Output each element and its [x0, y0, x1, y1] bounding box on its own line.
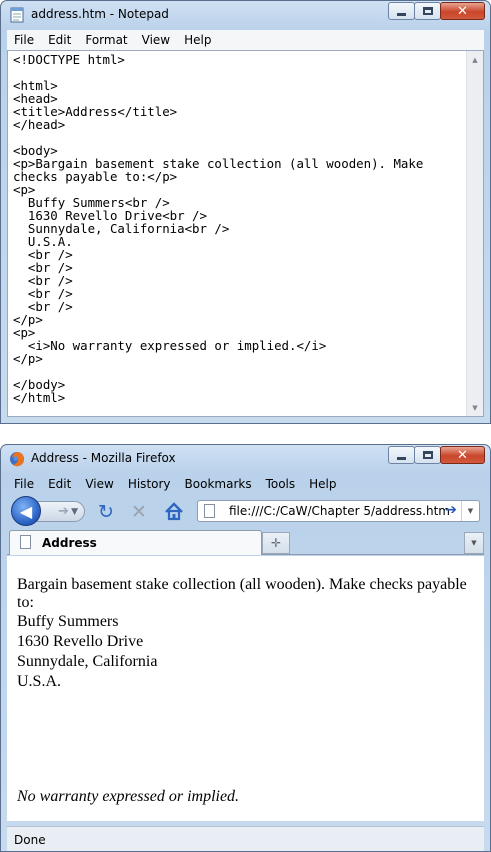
- status-text: Done: [14, 833, 46, 847]
- address-line: Sunnydale, California: [17, 653, 158, 670]
- home-icon[interactable]: [163, 501, 185, 523]
- menu-tools[interactable]: Tools: [259, 477, 303, 491]
- code-line[interactable]: [13, 131, 461, 144]
- reload-icon[interactable]: ↻: [95, 501, 117, 523]
- code-line[interactable]: <br />: [13, 287, 461, 300]
- back-button[interactable]: ◀: [11, 496, 41, 526]
- code-line[interactable]: <br />: [13, 248, 461, 261]
- dropdown-icon: ▼: [471, 539, 477, 547]
- menu-help[interactable]: Help: [302, 477, 343, 491]
- new-tab-button[interactable]: ✛: [262, 532, 290, 554]
- close-button[interactable]: ✕: [440, 2, 485, 20]
- scroll-down-icon[interactable]: ▼: [467, 399, 483, 416]
- dropdown-icon: ▼: [71, 506, 78, 517]
- menu-view[interactable]: View: [135, 33, 177, 47]
- menu-bookmarks[interactable]: Bookmarks: [178, 477, 259, 491]
- url-dropdown-button[interactable]: ▼: [461, 501, 479, 521]
- scroll-up-icon[interactable]: ▲: [467, 51, 483, 68]
- code-line[interactable]: <br />: [13, 274, 461, 287]
- notepad-titlebar[interactable]: address.htm - Notepad ✕: [1, 1, 490, 28]
- address-line: 1630 Revello Drive: [17, 633, 144, 650]
- forward-dropdown-button[interactable]: ➔ ▼: [37, 501, 85, 522]
- address-line: Buffy Summers: [17, 613, 119, 630]
- maximize-button[interactable]: [414, 2, 441, 20]
- code-line[interactable]: U.S.A.: [13, 235, 461, 248]
- minimize-button[interactable]: [388, 446, 415, 464]
- maximize-icon: [422, 451, 433, 459]
- maximize-icon: [422, 7, 433, 15]
- page-content: Bargain basement stake collection (all w…: [7, 556, 484, 821]
- forward-icon[interactable]: ➔: [58, 504, 69, 519]
- paragraph-text: Bargain basement stake collection (all w…: [17, 576, 467, 611]
- code-line[interactable]: Sunnydale, California<br />: [13, 222, 461, 235]
- vertical-scrollbar[interactable]: ▲ ▼: [466, 51, 483, 416]
- address-bar[interactable]: file:///C:/CaW/Chapter 5/address.htm ➔ ▼: [197, 500, 480, 522]
- code-line[interactable]: </body>: [13, 378, 461, 391]
- code-line[interactable]: checks payable to:</p>: [13, 170, 461, 183]
- status-bar: Done: [7, 826, 484, 851]
- url-text[interactable]: file:///C:/CaW/Chapter 5/address.htm: [229, 504, 450, 518]
- tab-label: Address: [42, 536, 97, 550]
- go-icon[interactable]: ➔: [445, 502, 457, 518]
- minimize-button[interactable]: [388, 2, 415, 20]
- dropdown-icon: ▼: [467, 507, 474, 515]
- menu-file[interactable]: File: [7, 477, 41, 491]
- minimize-icon: [397, 456, 406, 460]
- code-line[interactable]: <i>No warranty expressed or implied.</i>: [13, 339, 461, 352]
- menu-history[interactable]: History: [121, 477, 178, 491]
- code-line[interactable]: </head>: [13, 118, 461, 131]
- code-line[interactable]: [13, 365, 461, 378]
- address-line: U.S.A.: [17, 673, 62, 690]
- window-title: Address - Mozilla Firefox: [31, 451, 176, 465]
- tab-strip: Address ✛ ▼: [7, 529, 484, 555]
- tab-address[interactable]: Address: [9, 530, 262, 555]
- code-line[interactable]: <!DOCTYPE html>: [13, 53, 461, 66]
- notepad-icon: [10, 7, 24, 23]
- menu-edit[interactable]: Edit: [41, 33, 78, 47]
- close-button[interactable]: ✕: [440, 446, 485, 464]
- close-icon: ✕: [457, 3, 468, 19]
- code-line[interactable]: </p>: [13, 352, 461, 365]
- tab-list-button[interactable]: ▼: [464, 532, 484, 554]
- firefox-menubar: File Edit View History Bookmarks Tools H…: [7, 474, 484, 494]
- menu-file[interactable]: File: [7, 33, 41, 47]
- menu-format[interactable]: Format: [78, 33, 134, 47]
- new-tab-icon: ✛: [270, 536, 282, 550]
- navigation-toolbar: ➔ ▼ ◀ ↻ ✕ file:///C:/CaW/Chapter 5/addre…: [7, 494, 484, 528]
- code-line[interactable]: <html>: [13, 79, 461, 92]
- code-line[interactable]: <br />: [13, 300, 461, 313]
- code-line[interactable]: </html>: [13, 391, 461, 404]
- address-block: Buffy Summers 1630 Revello Drive Sunnyda…: [17, 612, 157, 692]
- text-editor[interactable]: <!DOCTYPE html> <html> <head> <title>Addre…: [7, 50, 484, 417]
- window-controls: ✕: [388, 2, 485, 20]
- code-line[interactable]: </p>: [13, 313, 461, 326]
- close-icon: ✕: [457, 447, 468, 463]
- window-title: address.htm - Notepad: [31, 7, 169, 21]
- notepad-menubar: File Edit Format View Help: [7, 30, 484, 50]
- notepad-window: address.htm - Notepad ✕ File Edit Format…: [0, 0, 491, 424]
- menu-help[interactable]: Help: [177, 33, 218, 47]
- code-line[interactable]: [13, 66, 461, 79]
- window-controls: ✕: [388, 446, 485, 464]
- back-icon: ◀: [19, 501, 33, 521]
- stop-icon[interactable]: ✕: [128, 501, 150, 523]
- code-line[interactable]: <br />: [13, 261, 461, 274]
- warranty-text: No warranty expressed or implied.: [17, 788, 240, 805]
- code-text[interactable]: <!DOCTYPE html> <html> <head> <title>Addre…: [13, 53, 461, 404]
- firefox-titlebar[interactable]: Address - Mozilla Firefox ✕: [1, 445, 490, 472]
- firefox-icon: [10, 452, 25, 467]
- menu-edit[interactable]: Edit: [41, 477, 78, 491]
- page-icon: [204, 504, 215, 518]
- minimize-icon: [397, 12, 406, 16]
- menu-view[interactable]: View: [78, 477, 120, 491]
- firefox-window: Address - Mozilla Firefox ✕ File Edit Vi…: [0, 444, 491, 852]
- maximize-button[interactable]: [414, 446, 441, 464]
- code-line[interactable]: <title>Address</title>: [13, 105, 461, 118]
- page-icon: [20, 535, 31, 549]
